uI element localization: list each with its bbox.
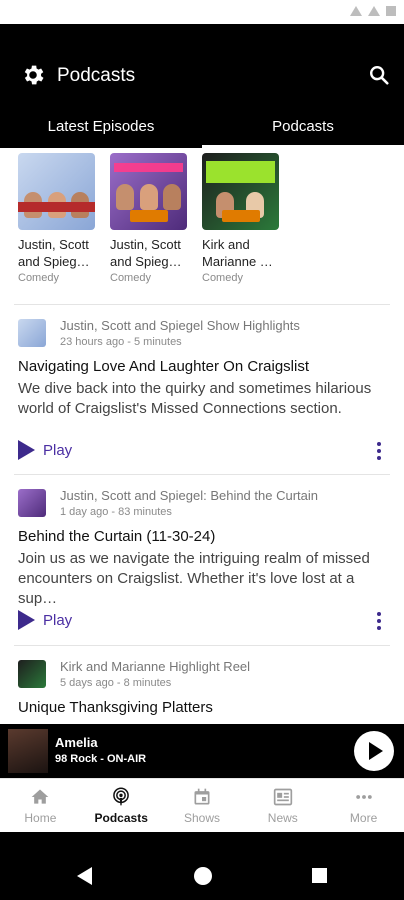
- system-nav-bar: [0, 832, 404, 900]
- episode-item[interactable]: Justin, Scott and Spiegel: Behind the Cu…: [14, 475, 390, 646]
- more-options-icon[interactable]: [376, 612, 382, 630]
- nav-home[interactable]: Home: [0, 779, 81, 832]
- episode-thumbnail: [18, 660, 46, 688]
- episode-thumbnail: [18, 319, 46, 347]
- episode-description: We dive back into the quirky and sometim…: [18, 380, 372, 417]
- station-name: 98 Rock - ON-AIR: [55, 753, 147, 765]
- status-bar: [0, 0, 404, 24]
- nav-home-label: Home: [24, 811, 57, 825]
- podcast-card[interactable]: Justin, Scott and Spieg… Comedy: [18, 153, 96, 284]
- now-playing-title: Amelia: [55, 735, 98, 750]
- screen: Podcasts Latest Episodes Podcasts Justin…: [0, 0, 404, 900]
- nav-news[interactable]: News: [242, 779, 323, 832]
- episode-thumbnail: [18, 489, 46, 517]
- episode-show-name: Justin, Scott and Spiegel Show Highlight…: [60, 318, 300, 333]
- signal-icon: [368, 6, 380, 16]
- episode-title: Behind the Curtain (11-30-24): [18, 528, 216, 545]
- episode-item[interactable]: Kirk and Marianne Highlight Reel 5 days …: [14, 646, 390, 724]
- news-icon: [273, 788, 292, 806]
- episode-title: Unique Thanksgiving Platters: [18, 699, 213, 716]
- nav-shows[interactable]: Shows: [162, 779, 243, 832]
- play-icon: [18, 610, 35, 630]
- episode-time: 23 hours ago - 5 minutes: [60, 336, 182, 348]
- followed-podcasts: Justin, Scott and Spieg… Comedy Justin, …: [14, 148, 390, 305]
- podcast-card[interactable]: Justin, Scott and Spieg… Comedy: [110, 153, 188, 284]
- play-button[interactable]: Play: [18, 440, 72, 460]
- episode-description-text: Join us as we navigate the intriguing re…: [18, 550, 370, 607]
- page-title: Podcasts: [57, 65, 136, 86]
- podcast-title: Kirk and Marianne …: [202, 237, 273, 269]
- podcast-title: Justin, Scott and Spieg…: [110, 237, 182, 269]
- nav-podcasts[interactable]: Podcasts: [81, 779, 162, 832]
- nav-more[interactable]: More: [323, 779, 404, 832]
- nav-shows-label: Shows: [183, 811, 220, 825]
- play-button[interactable]: Play: [18, 610, 72, 630]
- wifi-icon: [350, 6, 362, 16]
- podcast-category: Comedy: [110, 272, 151, 284]
- play-label: Play: [43, 611, 73, 629]
- tab-bar: Latest Episodes Podcasts: [0, 108, 404, 148]
- bottom-nav: Home Podcasts Shows News More: [0, 778, 404, 832]
- more-options-icon[interactable]: [376, 442, 382, 460]
- mini-player[interactable]: Amelia 98 Rock - ON-AIR: [0, 724, 404, 778]
- search-icon[interactable]: [368, 64, 390, 86]
- player-play-button[interactable]: [354, 731, 394, 771]
- play-icon: [18, 440, 35, 460]
- podcast-cover: [202, 153, 279, 230]
- episode-item[interactable]: Justin, Scott and Spiegel Show Highlight…: [14, 305, 390, 475]
- gear-icon[interactable]: [20, 62, 46, 88]
- play-label: Play: [43, 441, 73, 459]
- podcast-category: Comedy: [18, 272, 59, 284]
- podcast-icon: [113, 787, 130, 806]
- station-artwork: [8, 729, 48, 773]
- home-circle-icon[interactable]: [194, 867, 212, 885]
- back-icon[interactable]: [77, 867, 92, 885]
- tab-latest-episodes[interactable]: Latest Episodes: [0, 108, 202, 148]
- calendar-icon: [194, 788, 210, 805]
- content-area: Justin, Scott and Spieg… Comedy Justin, …: [0, 148, 404, 724]
- episode-time: 1 day ago - 83 minutes: [60, 506, 172, 518]
- episode-time: 5 days ago - 8 minutes: [60, 677, 172, 689]
- home-icon: [32, 789, 49, 804]
- episode-title: Navigating Love And Laughter On Craigsli…: [18, 358, 310, 375]
- app-bar: Podcasts Latest Episodes Podcasts: [0, 24, 404, 148]
- status-icons: [350, 6, 396, 16]
- tab-podcasts[interactable]: Podcasts: [202, 108, 404, 148]
- nav-podcasts-label: Podcasts: [94, 811, 148, 825]
- podcast-cover: [110, 153, 187, 230]
- podcast-card[interactable]: Kirk and Marianne … Comedy: [202, 153, 280, 284]
- episode-show-name: Justin, Scott and Spiegel: Behind the Cu…: [60, 488, 318, 503]
- nav-more-label: More: [349, 811, 378, 825]
- episode-description: Join us as we navigate the intriguing re…: [18, 549, 386, 609]
- podcast-title: Justin, Scott and Spieg…: [18, 237, 90, 269]
- episode-show-name: Kirk and Marianne Highlight Reel: [60, 659, 251, 674]
- battery-icon: [386, 6, 396, 16]
- recent-apps-icon[interactable]: [312, 868, 327, 883]
- podcast-category: Comedy: [202, 272, 243, 284]
- more-icon: [355, 795, 372, 799]
- podcast-cover: [18, 153, 95, 230]
- nav-news-label: News: [267, 811, 298, 825]
